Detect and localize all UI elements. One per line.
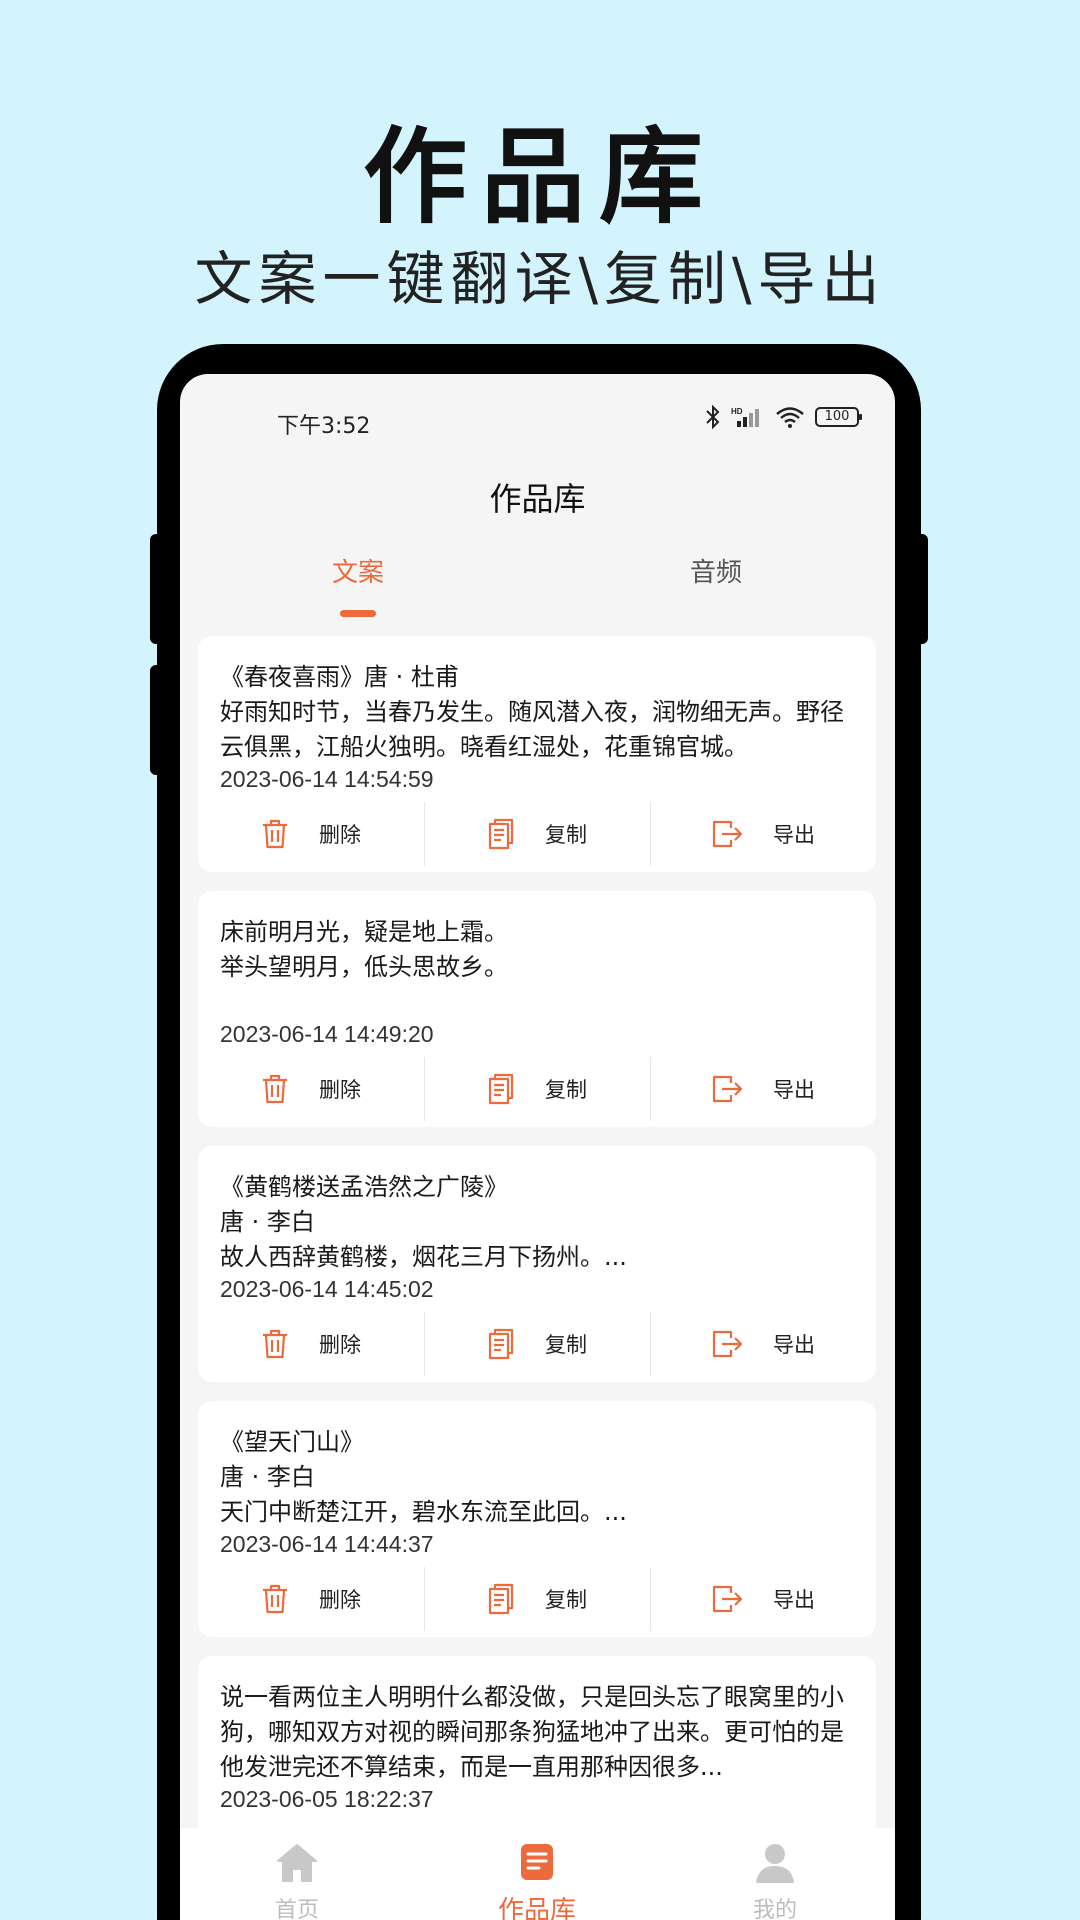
nav-home[interactable]: 首页 — [237, 1842, 357, 1920]
delete-button[interactable]: 删除 — [198, 1312, 424, 1376]
card-text: 床前明月光，疑是地上霜。 举头望明月，低头思故乡。 — [220, 918, 508, 981]
card-timestamp: 2023-06-14 14:44:37 — [220, 1531, 434, 1557]
copy-button[interactable]: 复制 — [424, 1312, 650, 1376]
work-card: 《春夜喜雨》唐 · 杜甫 好雨知时节，当春乃发生。随风潜入夜，润物细无声。野径云… — [198, 636, 876, 872]
copy-icon — [488, 818, 514, 850]
user-icon — [756, 1844, 794, 1883]
export-icon — [712, 1330, 743, 1358]
export-button[interactable]: 导出 — [650, 1567, 876, 1631]
page-title: 作品库 — [489, 480, 586, 518]
nav-me[interactable]: 我的 — [715, 1842, 835, 1920]
trash-icon — [263, 1584, 287, 1614]
copy-icon — [488, 1328, 514, 1360]
promo-subtitle: 文案一键翻译\复制\导出 — [194, 245, 886, 313]
export-label: 导出 — [773, 1333, 815, 1357]
battery-icon: 100 — [815, 407, 862, 427]
phone-screen: 下午3:52 HD 100 作品库 文案 音频 《春夜喜雨》唐 · 杜甫 好雨知… — [180, 374, 895, 1920]
copy-button[interactable]: 复制 — [424, 1057, 650, 1121]
copy-label: 复制 — [545, 1588, 587, 1612]
export-button[interactable]: 导出 — [650, 1312, 876, 1376]
card-timestamp: 2023-06-14 14:49:20 — [220, 1021, 434, 1047]
delete-label: 删除 — [319, 1078, 361, 1102]
card-timestamp: 2023-06-14 14:54:59 — [220, 766, 434, 792]
wifi-icon — [776, 407, 804, 428]
status-icons: HD 100 — [705, 404, 862, 430]
nav-home-label: 首页 — [274, 1898, 319, 1920]
status-bar: 下午3:52 HD 100 — [180, 374, 895, 468]
card-text: 《春夜喜雨》唐 · 杜甫 好雨知时节，当春乃发生。随风潜入夜，润物细无声。野径云… — [220, 663, 844, 761]
export-icon — [712, 820, 743, 848]
export-label: 导出 — [773, 823, 815, 847]
phone-side-button — [150, 665, 164, 775]
card-actions: 删除 复制 导出 — [198, 802, 876, 866]
nav-me-label: 我的 — [752, 1898, 797, 1920]
active-tab-indicator — [340, 610, 376, 617]
trash-icon — [263, 819, 287, 849]
work-card: 《望天门山》 唐 · 李白 天门中断楚江开，碧水东流至此回。... 2023-0… — [198, 1401, 876, 1637]
delete-button[interactable]: 删除 — [198, 802, 424, 866]
work-card: 床前明月光，疑是地上霜。 举头望明月，低头思故乡。 2023-06-14 14:… — [198, 891, 876, 1127]
phone-side-button — [914, 534, 928, 644]
export-button[interactable]: 导出 — [650, 802, 876, 866]
copy-icon — [488, 1073, 514, 1105]
trash-icon — [263, 1329, 287, 1359]
delete-label: 删除 — [319, 1588, 361, 1612]
status-time: 下午3:52 — [277, 414, 371, 439]
export-label: 导出 — [773, 1078, 815, 1102]
nav-works-library[interactable]: 作品库 — [477, 1842, 597, 1920]
card-actions: 删除 复制 导出 — [198, 1567, 876, 1631]
delete-label: 删除 — [319, 823, 361, 847]
signal-hd-icon: HD — [731, 407, 759, 427]
bluetooth-icon — [706, 404, 720, 430]
tab-audio[interactable]: 音频 — [626, 552, 806, 589]
copy-button[interactable]: 复制 — [424, 802, 650, 866]
delete-label: 删除 — [319, 1333, 361, 1357]
trash-icon — [263, 1074, 287, 1104]
card-actions: 删除 复制 导出 — [198, 1312, 876, 1376]
card-text: 说一看两位主人明明什么都没做，只是回头忘了眼窝里的小狗，哪知双方对视的瞬间那条狗… — [220, 1683, 844, 1781]
card-timestamp: 2023-06-05 18:22:37 — [220, 1786, 434, 1812]
copy-label: 复制 — [545, 1333, 587, 1357]
home-icon — [277, 1844, 317, 1882]
card-timestamp: 2023-06-14 14:45:02 — [220, 1276, 434, 1302]
tab-bar: 文案 音频 — [180, 552, 895, 622]
copy-icon — [488, 1583, 514, 1615]
delete-button[interactable]: 删除 — [198, 1567, 424, 1631]
copy-label: 复制 — [545, 1078, 587, 1102]
svg-text:HD: HD — [731, 407, 743, 416]
export-icon — [712, 1585, 743, 1613]
document-icon — [521, 1844, 553, 1880]
copy-button[interactable]: 复制 — [424, 1567, 650, 1631]
work-card: 《黄鹤楼送孟浩然之广陵》 唐 · 李白 故人西辞黄鹤楼，烟花三月下扬州。... … — [198, 1146, 876, 1382]
card-text: 《望天门山》 唐 · 李白 天门中断楚江开，碧水东流至此回。... — [220, 1428, 627, 1526]
promo-title: 作品库 — [362, 116, 717, 238]
bottom-nav: 首页 作品库 我的 — [180, 1828, 895, 1920]
export-button[interactable]: 导出 — [650, 1057, 876, 1121]
card-text: 《黄鹤楼送孟浩然之广陵》 唐 · 李白 故人西辞黄鹤楼，烟花三月下扬州。... — [220, 1173, 627, 1271]
card-actions: 删除 复制 导出 — [198, 1057, 876, 1121]
tab-copywriting[interactable]: 文案 — [268, 552, 448, 589]
delete-button[interactable]: 删除 — [198, 1057, 424, 1121]
export-icon — [712, 1075, 743, 1103]
copy-label: 复制 — [545, 823, 587, 847]
nav-works-library-label: 作品库 — [497, 1896, 576, 1920]
phone-side-button — [150, 534, 164, 644]
export-label: 导出 — [773, 1588, 815, 1612]
